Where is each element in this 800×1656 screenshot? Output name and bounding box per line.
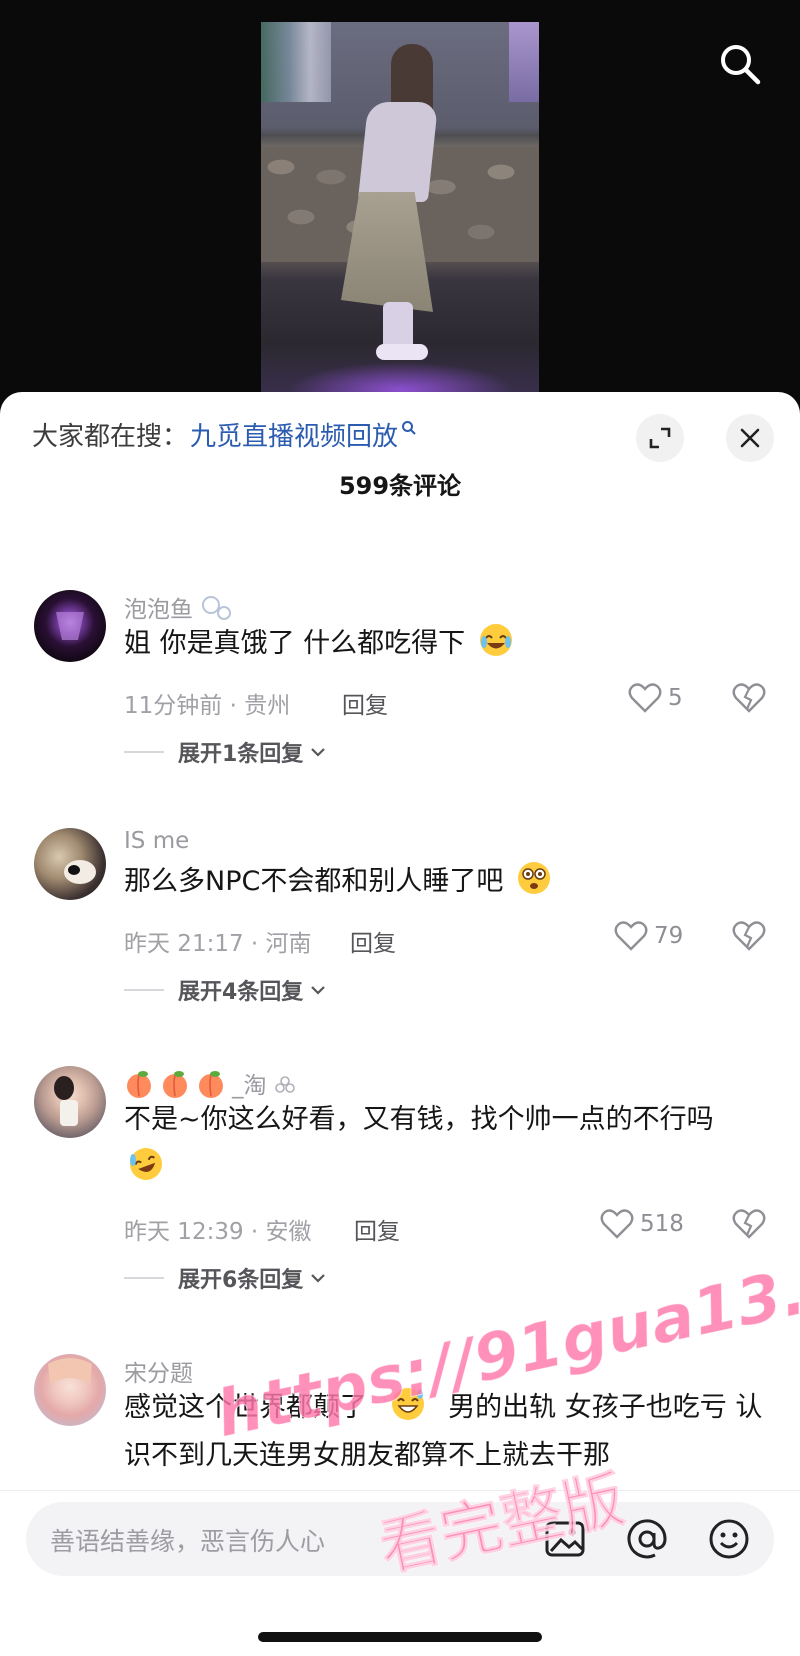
- dizzy-face-emoji-icon: [517, 862, 550, 894]
- video-neon-light: [261, 22, 331, 102]
- like-button[interactable]: 518: [600, 1208, 684, 1240]
- like-button[interactable]: 5: [628, 682, 683, 714]
- comment-username[interactable]: IS me: [124, 828, 189, 854]
- small-search-icon: [402, 421, 416, 435]
- comment-text: 感觉这个世界都颠了 男的出轨 女孩子也吃亏 认识不到几天连男女朋友都算不上就去干…: [124, 1384, 764, 1480]
- flower-icon: [275, 1076, 295, 1093]
- broken-heart-icon[interactable]: [732, 682, 766, 714]
- like-button[interactable]: 79: [614, 920, 683, 952]
- comment-input[interactable]: 善语结善缘，恶言伤人心: [26, 1502, 774, 1576]
- comment-input-placeholder: 善语结善缘，恶言伤人心: [50, 1527, 326, 1556]
- heart-icon: [628, 683, 662, 713]
- input-divider: [0, 1490, 800, 1491]
- comment-time-location: 昨天 12:39 · 安徽: [124, 1219, 312, 1245]
- video-thumbnail[interactable]: [261, 22, 539, 400]
- avatar[interactable]: [34, 1354, 106, 1426]
- broken-heart-icon[interactable]: [732, 1208, 766, 1240]
- comment-time-location: 11分钟前 · 贵州: [124, 693, 291, 719]
- bubble-icon: [202, 596, 232, 620]
- mention-icon[interactable]: [624, 1516, 670, 1562]
- expand-replies-button[interactable]: 展开4条回复: [124, 974, 327, 1006]
- comment-item: 泡泡鱼 姐 你是真饿了 什么都吃得下 11分钟前 · 贵州 回复 5 展开1条回…: [0, 590, 800, 790]
- like-count: 518: [640, 1211, 684, 1237]
- comment-username[interactable]: 泡泡鱼: [124, 590, 234, 624]
- expand-replies-button[interactable]: 展开6条回复: [124, 1262, 327, 1294]
- comment-text: 不是~你这么好看，又有钱，找个帅一点的不行吗: [124, 1096, 764, 1192]
- peach-emoji-icon: [199, 1071, 223, 1098]
- grin-sweat-emoji-icon: [391, 1388, 424, 1420]
- image-icon[interactable]: [542, 1516, 588, 1562]
- hot-search-prefix: 大家都在搜：: [32, 421, 189, 452]
- comment-item: _淘 不是~你这么好看，又有钱，找个帅一点的不行吗 昨天 12:39 · 安徽 …: [0, 1066, 800, 1326]
- comment-item: 宋分题 感觉这个世界都颠了 男的出轨 女孩子也吃亏 认识不到几天连男女朋友都算不…: [0, 1354, 800, 1494]
- heart-icon: [600, 1209, 634, 1239]
- like-count: 79: [654, 923, 684, 949]
- search-icon[interactable]: [718, 42, 762, 86]
- expand-divider: [124, 751, 164, 753]
- expand-replies-button[interactable]: 展开1条回复: [124, 736, 327, 768]
- video-person: [357, 102, 439, 202]
- expand-panel-button[interactable]: [636, 414, 684, 462]
- peach-emoji-icon: [163, 1071, 187, 1098]
- hot-search-term[interactable]: 九觅直播视频回放: [190, 416, 398, 453]
- laugh-cry-emoji-icon: [479, 624, 512, 656]
- video-player[interactable]: [0, 0, 800, 400]
- avatar[interactable]: [34, 828, 106, 900]
- comment-username[interactable]: 宋分题: [124, 1354, 193, 1388]
- reply-button[interactable]: 回复: [350, 924, 396, 958]
- expand-divider: [124, 1277, 164, 1279]
- comment-item: IS me 那么多NPC不会都和别人睡了吧 昨天 21:17 · 河南 回复 7…: [0, 828, 800, 1028]
- expand-icon: [649, 427, 671, 449]
- emoji-icon[interactable]: [706, 1516, 752, 1562]
- chevron-down-icon: [311, 748, 326, 757]
- reply-button[interactable]: 回复: [342, 686, 388, 720]
- peach-emoji-icon: [127, 1071, 151, 1098]
- chevron-down-icon: [311, 986, 326, 995]
- chevron-down-icon: [311, 1274, 326, 1283]
- hot-search-bar[interactable]: 大家都在搜： 九觅直播视频回放: [32, 410, 417, 458]
- video-neon-light: [509, 22, 539, 102]
- avatar[interactable]: [34, 590, 106, 662]
- like-count: 5: [668, 685, 683, 711]
- expand-divider: [124, 989, 164, 991]
- heart-icon: [614, 921, 648, 951]
- close-panel-button[interactable]: [726, 414, 774, 462]
- comment-text: 姐 你是真饿了 什么都吃得下: [124, 620, 764, 668]
- home-indicator[interactable]: [258, 1632, 542, 1642]
- avatar[interactable]: [34, 1066, 106, 1138]
- comment-time-location: 昨天 21:17 · 河南: [124, 931, 312, 957]
- reply-button[interactable]: 回复: [354, 1212, 400, 1246]
- video-person: [376, 344, 428, 360]
- rofl-emoji-icon: [130, 1148, 162, 1180]
- comment-count: 599条评论: [338, 472, 462, 500]
- comment-text: 那么多NPC不会都和别人睡了吧: [124, 858, 764, 906]
- close-icon: [740, 428, 760, 448]
- comment-username[interactable]: _淘: [124, 1066, 296, 1100]
- comments-panel: 大家都在搜： 九觅直播视频回放 599条评论 泡泡鱼 姐 你是真饿了 什么都吃得下…: [0, 392, 800, 1656]
- broken-heart-icon[interactable]: [732, 920, 766, 952]
